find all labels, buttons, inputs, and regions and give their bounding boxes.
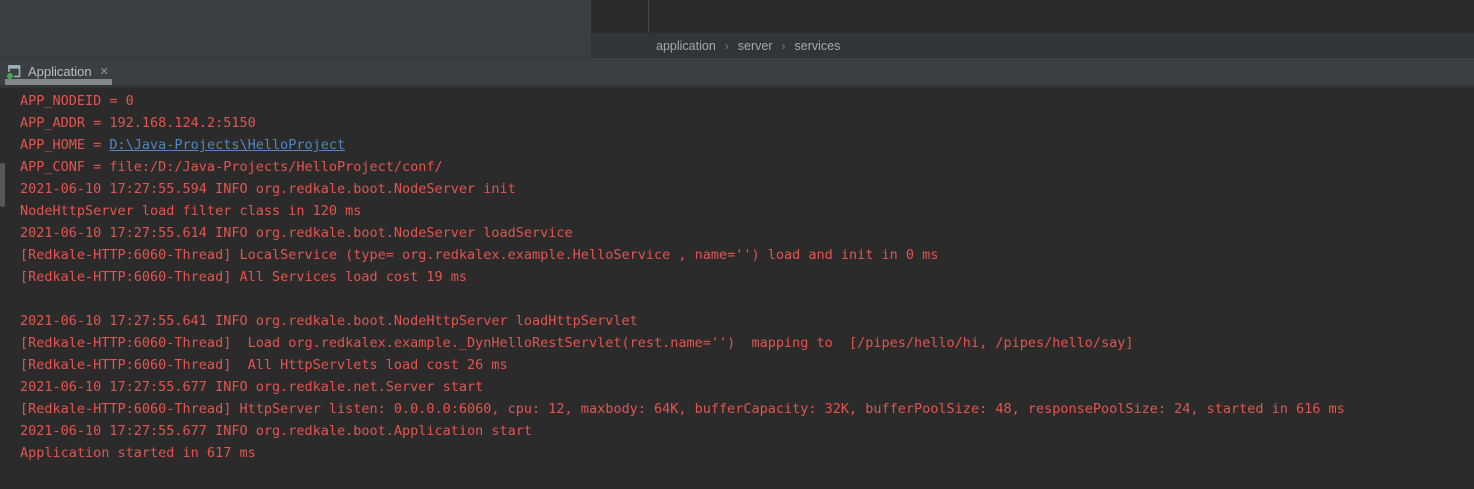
breadcrumb-item-server[interactable]: server (738, 39, 773, 53)
console-line: [Redkale-HTTP:6060-Thread] HttpServer li… (20, 398, 1474, 420)
console-line: 2021-06-10 17:27:55.614 INFO org.redkale… (20, 222, 1474, 244)
console-line: NodeHttpServer load filter class in 120 … (20, 200, 1474, 222)
console-line (20, 288, 1474, 310)
console-line: [Redkale-HTTP:6060-Thread] All HttpServl… (20, 354, 1474, 376)
console-line: 2021-06-10 17:27:55.677 INFO org.redkale… (20, 376, 1474, 398)
breadcrumb: application › server › services (656, 39, 840, 53)
file-path-link[interactable]: D:\Java-Projects\HelloProject (109, 137, 345, 153)
console-line: APP_CONF = file:/D:/Java-Projects/HelloP… (20, 156, 1474, 178)
left-scrollbar-thumb[interactable] (0, 163, 5, 207)
ide-window: application › server › services Application … (0, 0, 1474, 489)
console-line: 2021-06-10 17:27:55.641 INFO org.redkale… (20, 310, 1474, 332)
editor-top-strip (591, 0, 1474, 33)
console-output[interactable]: APP_NODEID = 0APP_ADDR = 192.168.124.2:5… (0, 88, 1474, 489)
chevron-right-icon: › (725, 39, 729, 53)
console-line: 2021-06-10 17:27:55.594 INFO org.redkale… (20, 178, 1474, 200)
tab-application-label: Application (28, 64, 92, 79)
breadcrumb-item-services[interactable]: services (795, 39, 841, 53)
chevron-right-icon: › (782, 39, 786, 53)
run-tool-window-tab-bar: Application ✕ (0, 58, 1474, 88)
console-line: 2021-06-10 17:27:55.677 INFO org.redkale… (20, 420, 1474, 442)
console-line: [Redkale-HTTP:6060-Thread] LocalService … (20, 244, 1474, 266)
console-line: Application started in 617 ms (20, 442, 1474, 464)
console-line: [Redkale-HTTP:6060-Thread] Load org.redk… (20, 332, 1474, 354)
run-console-icon (6, 63, 22, 79)
console-line: [Redkale-HTTP:6060-Thread] All Services … (20, 266, 1474, 288)
top-left-panel (0, 0, 591, 58)
editor-split-divider (648, 0, 649, 33)
breadcrumb-item-application[interactable]: application (656, 39, 716, 53)
console-line: APP_HOME = D:\Java-Projects\HelloProject (20, 134, 1474, 156)
close-icon[interactable]: ✕ (100, 65, 109, 78)
console-line: APP_ADDR = 192.168.124.2:5150 (20, 112, 1474, 134)
console-text: APP_HOME = (20, 137, 109, 153)
breadcrumb-bar: application › server › services (591, 33, 1474, 58)
console-line: APP_NODEID = 0 (20, 90, 1474, 112)
